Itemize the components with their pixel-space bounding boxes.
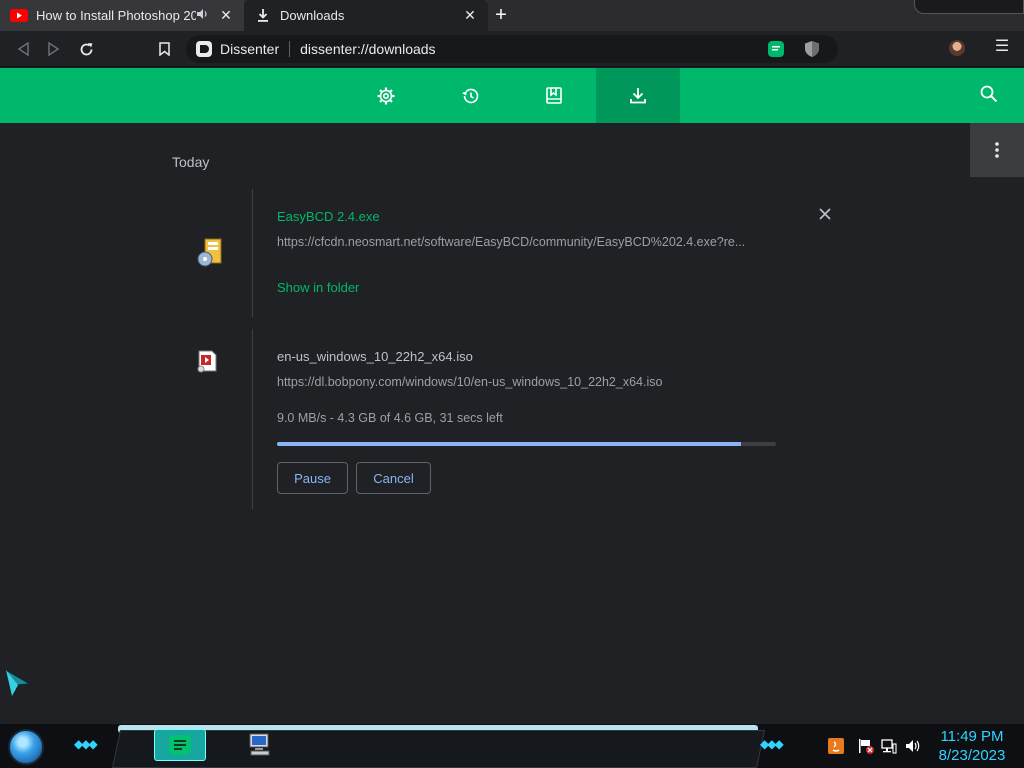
download-item: EasyBCD 2.4.exe https://cfcdn.neosmart.n… (197, 189, 852, 317)
downloads-page: Today EasyBCD 2.4.exe https://cfcdn.neos… (0, 123, 1024, 724)
site-name: Dissenter (220, 41, 280, 57)
audio-icon[interactable] (196, 8, 210, 23)
search-icon (980, 85, 998, 103)
menu-icon[interactable]: ☰ (994, 39, 1010, 55)
tab-title: How to Install Photoshop 2023 (36, 8, 196, 23)
close-icon[interactable]: ✕ (462, 7, 478, 24)
taskbar-decoration: ◆◆◆ (760, 737, 784, 751)
download-icon (630, 88, 646, 104)
download-status: 9.0 MB/s - 4.3 GB of 4.6 GB, 31 secs lef… (277, 411, 503, 425)
download-filename: en-us_windows_10_22h2_x64.iso (277, 349, 473, 364)
installer-file-icon (195, 237, 227, 269)
taskbar-clock[interactable]: 11:49 PM 8/23/2023 (934, 727, 1010, 765)
taskbar-app-dissenter[interactable] (154, 729, 206, 761)
window-decoration (914, 0, 1024, 14)
network-icon[interactable] (881, 738, 897, 754)
cancel-button[interactable]: Cancel (356, 462, 431, 494)
dissenter-icon (196, 41, 212, 57)
tab-downloads[interactable]: Downloads ✕ (244, 0, 488, 31)
reload-button[interactable] (76, 39, 96, 59)
taskbar-app-network[interactable] (234, 729, 286, 761)
start-button[interactable] (8, 729, 44, 765)
new-tab-button[interactable]: + (490, 5, 512, 27)
taskbar-decoration: ◆◆◆ (74, 737, 98, 751)
dissenter-icon (169, 735, 191, 755)
section-date-title: Today (172, 154, 210, 170)
tab-title: Downloads (280, 8, 345, 23)
pause-button[interactable]: Pause (277, 462, 348, 494)
volume-icon[interactable] (905, 738, 921, 754)
download-progress-fill (277, 442, 742, 446)
bookmark-button[interactable] (154, 39, 174, 59)
clock-date: 8/23/2023 (938, 747, 1006, 764)
show-in-folder-link[interactable]: Show in folder (277, 280, 359, 295)
mouse-cursor-icon (5, 668, 32, 698)
taskbar-panel (111, 730, 766, 768)
computer-icon (249, 733, 270, 756)
page-header (0, 68, 1024, 123)
download-url[interactable]: https://cfcdn.neosmart.net/software/Easy… (277, 235, 777, 249)
gear-icon (377, 87, 395, 104)
remove-download-icon[interactable] (819, 207, 831, 225)
java-icon[interactable] (828, 738, 844, 754)
download-url[interactable]: https://dl.bobpony.com/windows/10/en-us_… (277, 375, 777, 389)
more-options-button[interactable] (970, 123, 1024, 177)
bookmark-icon (158, 42, 170, 56)
site-chip[interactable]: Dissenter (196, 41, 291, 57)
close-icon[interactable]: ✕ (218, 7, 234, 24)
tab-strip: How to Install Photoshop 2023 ✕ Download… (0, 0, 1024, 31)
more-vertical-icon (995, 142, 999, 158)
action-center-flag-icon[interactable] (858, 738, 874, 754)
youtube-icon (10, 9, 28, 23)
shield-icon[interactable] (802, 39, 822, 59)
nav-history[interactable] (428, 68, 512, 123)
browser-toolbar: Dissenter dissenter://downloads (0, 31, 1024, 67)
nav-bookmarks[interactable] (512, 68, 596, 123)
url-text[interactable]: dissenter://downloads (300, 41, 766, 57)
history-icon (461, 88, 478, 103)
nav-settings[interactable] (344, 68, 428, 123)
disc-image-file-icon (195, 349, 227, 381)
download-icon (254, 9, 272, 23)
clock-time: 11:49 PM (940, 728, 1004, 745)
download-progress-bar (277, 442, 776, 446)
search-button[interactable] (980, 85, 1002, 107)
back-button[interactable] (13, 39, 33, 59)
nav-downloads[interactable] (596, 68, 680, 123)
download-filename-link[interactable]: EasyBCD 2.4.exe (277, 209, 380, 224)
bookmarks-icon (546, 87, 562, 104)
profile-avatar[interactable] (949, 40, 965, 56)
address-bar[interactable]: Dissenter dissenter://downloads (186, 35, 838, 63)
download-item: en-us_windows_10_22h2_x64.iso https://dl… (197, 329, 852, 509)
forward-button[interactable] (44, 39, 64, 59)
reload-icon (80, 42, 92, 55)
forward-icon (48, 42, 60, 56)
tab-youtube[interactable]: How to Install Photoshop 2023 ✕ (0, 0, 244, 31)
dissenter-comment-icon[interactable] (766, 39, 786, 59)
back-icon (17, 42, 29, 56)
